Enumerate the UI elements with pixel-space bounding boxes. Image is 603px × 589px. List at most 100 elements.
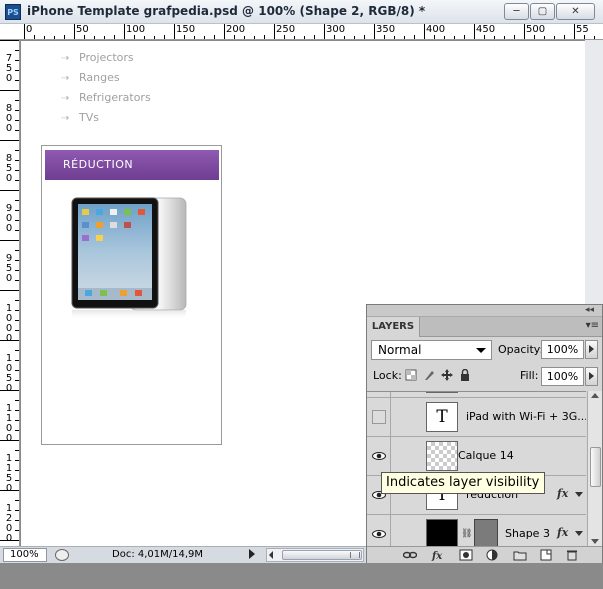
ruler-tick <box>24 24 25 39</box>
text-layer-thumbnail: T <box>426 402 458 432</box>
ruler-tick <box>494 36 495 39</box>
ruler-tick-label: 9 5 0 <box>5 253 13 284</box>
ruler-tick <box>15 320 19 321</box>
trash-icon[interactable] <box>565 549 579 561</box>
ruler-tick <box>15 310 19 311</box>
panel-menu-icon[interactable]: ▾≡ <box>586 320 599 331</box>
layer-name[interactable]: Shape 3 <box>505 527 550 540</box>
zoom-level-field[interactable]: 100% <box>3 548 47 562</box>
ruler-tick <box>364 35 365 39</box>
ruler-tick-label: 1 0 0 0 <box>5 303 13 344</box>
ruler-tick <box>15 400 19 401</box>
tab-layers[interactable]: LAYERS <box>367 317 420 337</box>
expand-effects-icon[interactable] <box>575 492 583 497</box>
link-layers-icon[interactable] <box>403 549 417 561</box>
ruler-tick <box>434 35 435 39</box>
ruler-tick-label: 200 <box>226 24 246 35</box>
expand-effects-icon[interactable] <box>575 531 583 536</box>
status-indicator-icon[interactable] <box>55 549 69 561</box>
ruler-tick <box>584 35 585 39</box>
vector-mask-thumbnail <box>474 519 498 546</box>
scroll-up-icon[interactable] <box>591 393 599 398</box>
lock-position-icon[interactable] <box>441 369 453 381</box>
ruler-tick <box>424 24 425 39</box>
new-group-folder-icon[interactable] <box>513 549 527 561</box>
ruler-tick <box>254 36 255 39</box>
lock-transparent-pixels-icon[interactable] <box>405 369 417 381</box>
arrow-icon: ⇢ <box>61 73 70 84</box>
ruler-tick <box>454 36 455 39</box>
window-title: iPhone Template grafpedia.psd @ 100% (Sh… <box>27 4 426 18</box>
layers-list[interactable]: T iPad with Wi-Fi + 3G... Calque 14 T ré… <box>367 391 586 546</box>
horizontal-ruler[interactable]: 0 50 100 150 200 250 300 350 400 450 500 55 <box>0 24 603 40</box>
canvas-vertical-scrollbar[interactable] <box>585 40 603 305</box>
ruler-tick <box>64 35 65 39</box>
ruler-tick <box>264 35 265 39</box>
blend-mode-select[interactable]: Normal <box>371 340 492 360</box>
layer-row[interactable]: ⛓ Shape 3 fx <box>367 515 586 546</box>
close-button[interactable]: ✕ <box>556 3 595 20</box>
ruler-tick <box>504 36 505 39</box>
layers-scrollbar[interactable] <box>587 391 602 546</box>
layer-name[interactable]: iPad with Wi-Fi + 3G... <box>466 410 586 423</box>
visibility-toggle[interactable] <box>367 392 391 397</box>
scroll-down-icon[interactable] <box>591 539 599 544</box>
ruler-tick <box>284 35 285 39</box>
ruler-tick <box>334 35 335 39</box>
status-menu-arrow-icon[interactable] <box>249 549 255 559</box>
ruler-tick <box>534 35 535 39</box>
fill-field[interactable]: 100% <box>541 367 584 386</box>
eye-icon[interactable] <box>372 530 386 538</box>
ruler-tick <box>124 24 125 39</box>
ruler-tick-label: 1 2 0 0 <box>5 503 13 544</box>
ruler-tick <box>0 540 19 541</box>
ruler-tick <box>234 35 235 39</box>
ruler-tick-label: 7 5 0 <box>5 53 13 84</box>
ruler-tick <box>15 500 19 501</box>
lock-image-pixels-icon[interactable] <box>423 369 435 381</box>
lock-all-icon[interactable] <box>459 369 471 381</box>
ruler-tick <box>194 36 195 39</box>
visibility-toggle[interactable] <box>367 398 391 436</box>
adjustment-layer-icon[interactable] <box>485 549 499 561</box>
layer-effects-icon[interactable]: fx <box>557 487 568 500</box>
layer-effects-icon[interactable]: fx <box>557 526 568 539</box>
ruler-tick <box>15 70 19 71</box>
ruler-tick <box>544 36 545 39</box>
maximize-button[interactable]: ▢ <box>530 3 555 20</box>
new-layer-icon[interactable] <box>539 549 553 561</box>
visibility-toggle[interactable] <box>367 515 391 546</box>
minimize-button[interactable]: ─ <box>504 3 529 20</box>
visibility-toggle[interactable] <box>367 437 391 475</box>
layers-panel-footer: fx <box>367 546 602 563</box>
ruler-tick-label: 150 <box>176 24 196 35</box>
add-layer-style-icon[interactable]: fx <box>431 549 445 561</box>
reduction-banner: RÉDUCTION <box>45 150 219 180</box>
ruler-tick-label: 450 <box>476 24 496 35</box>
ruler-tick <box>15 410 19 411</box>
layer-row[interactable]: Calque 14 <box>367 437 586 476</box>
ruler-tick <box>404 36 405 39</box>
layer-name[interactable]: Calque 14 <box>458 449 514 462</box>
grip-icon <box>350 552 360 558</box>
layer-row[interactable] <box>367 392 586 398</box>
eye-icon[interactable] <box>372 452 386 460</box>
scroll-left-arrow-icon[interactable] <box>266 549 276 561</box>
photoshop-app-icon: PS <box>5 4 21 20</box>
ruler-tick <box>84 35 85 39</box>
ruler-tick <box>15 350 19 351</box>
hidden-eye-box-icon[interactable] <box>372 410 386 424</box>
layer-row[interactable]: T iPad with Wi-Fi + 3G... <box>367 398 586 437</box>
opacity-slider-button[interactable] <box>585 340 598 359</box>
ruler-tick <box>384 35 385 39</box>
arrow-icon: ⇢ <box>61 113 70 124</box>
ruler-tick <box>164 35 165 39</box>
fill-slider-button[interactable] <box>585 367 598 386</box>
add-layer-mask-icon[interactable] <box>459 549 473 561</box>
layers-scroll-thumb[interactable] <box>590 447 601 487</box>
vertical-ruler[interactable]: 7 5 0 8 0 0 8 5 0 9 0 0 9 5 0 1 0 0 0 1 0 5 0 1… <box>0 40 20 546</box>
ruler-tick <box>15 110 19 111</box>
ruler-tick <box>224 24 225 39</box>
collapse-panel-icon[interactable]: ◂◂ <box>585 305 594 315</box>
opacity-field[interactable]: 100% <box>541 340 584 359</box>
